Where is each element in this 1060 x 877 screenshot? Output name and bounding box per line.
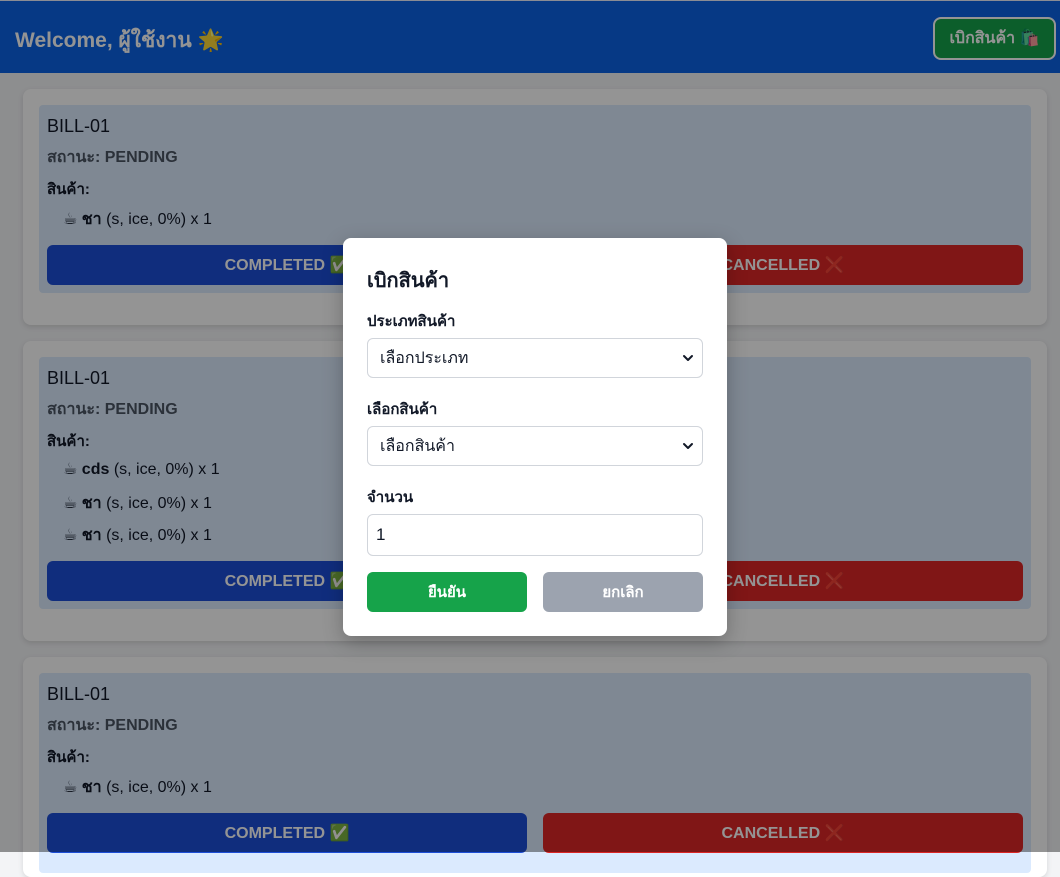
category-select-value: เลือกประเภท [380,349,469,367]
cancel-button[interactable]: ยกเลิก [543,572,703,612]
product-select-value: เลือกสินค้า [380,437,455,455]
product-select[interactable]: เลือกสินค้า [367,426,703,466]
product-label: เลือกสินค้า [367,401,438,418]
category-select[interactable]: เลือกประเภท [367,338,703,378]
chevron-down-icon [683,355,693,361]
category-label: ประเภทสินค้า [367,313,456,330]
quantity-label: จำนวน [367,489,414,506]
withdraw-modal: เบิกสินค้า ประเภทสินค้า เลือกประเภท เลือ… [343,238,727,636]
quantity-input[interactable] [367,514,703,556]
confirm-button[interactable]: ยืนยัน [367,572,527,612]
chevron-down-icon [683,443,693,449]
modal-title: เบิกสินค้า [367,270,450,292]
